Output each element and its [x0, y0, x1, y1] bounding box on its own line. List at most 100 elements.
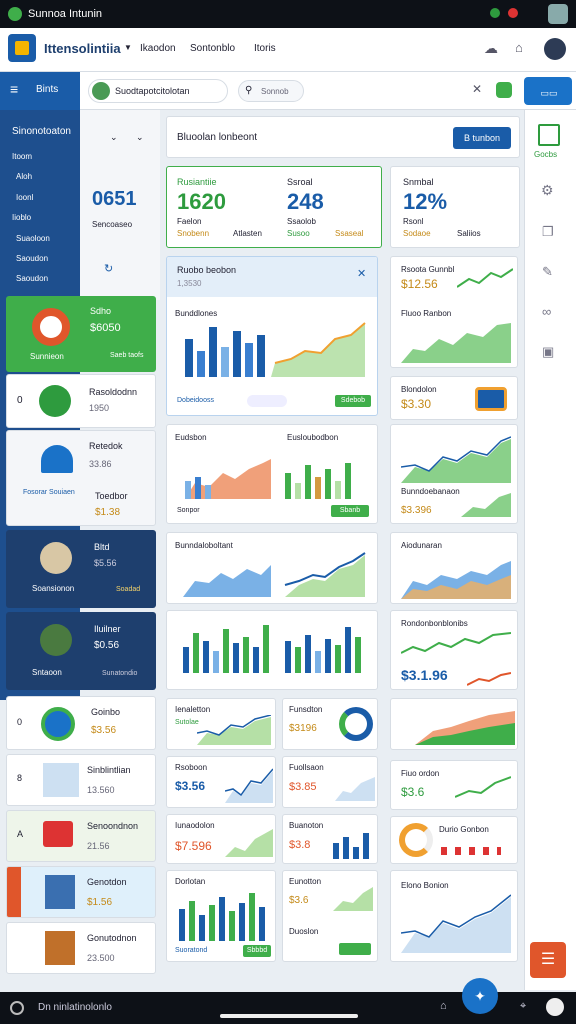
legend-swatch: [441, 847, 501, 855]
chart-card[interactable]: Rsoboon $3.56: [166, 756, 276, 808]
app-title[interactable]: Ittensolintiia: [44, 41, 121, 56]
chart-card[interactable]: Aiodunaran: [390, 532, 518, 604]
chart-card[interactable]: Buanoton $3.8: [282, 814, 378, 864]
bar-mark: [185, 477, 211, 499]
card-label: Genotdon: [87, 877, 127, 887]
metric-card[interactable]: Bltd $5.56 Soansionon Soadad: [6, 530, 156, 608]
chart-card[interactable]: Fuollsaon $3.85: [282, 756, 378, 808]
id-label: 0: [17, 717, 23, 727]
circle-icon[interactable]: [10, 1001, 24, 1015]
chart-card[interactable]: Bunndaloboltant: [166, 532, 378, 604]
chart-card[interactable]: Funsdton $3196: [282, 698, 378, 750]
card-label: Gonutodnon: [87, 933, 137, 943]
panel-label: Gocbs: [534, 150, 558, 159]
panel-header: [167, 257, 377, 297]
sidebar-item[interactable]: Aloh: [16, 172, 32, 181]
chart-card[interactable]: Rondonbonblonibs $3.1.96: [390, 610, 518, 690]
card-value: 33.86: [89, 459, 112, 469]
chart-title: Aiodunaran: [401, 541, 442, 550]
hamburger-icon[interactable]: ≡: [10, 81, 18, 97]
user-avatar[interactable]: [548, 4, 568, 24]
chart-card[interactable]: [166, 610, 378, 690]
chart-card[interactable]: [390, 698, 518, 750]
cloud-icon[interactable]: ☁: [484, 40, 498, 57]
chart-panel[interactable]: Ruobo beobon 1,3530 ✕ Bunddlones Dobeido…: [166, 256, 378, 416]
chart-card[interactable]: Durio Gonbon: [390, 816, 518, 864]
gear-icon[interactable]: ⚙: [541, 182, 554, 199]
metric-card[interactable]: 0 Rasoldodnn 1950: [6, 374, 156, 428]
metric-card[interactable]: Genotdon $1.56: [6, 866, 156, 918]
chart-badge[interactable]: Sbanb: [331, 505, 369, 517]
board-icon[interactable]: [538, 124, 560, 146]
chat-icon[interactable]: ▭▭: [530, 82, 568, 104]
bell-icon[interactable]: ⌖: [520, 1000, 526, 1013]
chart-badge[interactable]: [339, 943, 371, 955]
chart-legend: Dobeidooss: [177, 397, 214, 404]
chart-card[interactable]: Fiuo ordon $3.6: [390, 760, 518, 810]
chart-card[interactable]: Bunndoebanaon $3.396: [390, 424, 518, 524]
chart-card[interactable]: Ienaletton Sutolae: [166, 698, 276, 750]
chart-card[interactable]: Elono Bonion: [390, 870, 518, 962]
sidebar-item[interactable]: Ioonl: [16, 193, 33, 202]
chart-card[interactable]: Iunaodolon $7.596: [166, 814, 276, 864]
lock-icon[interactable]: ⌂: [440, 1000, 447, 1012]
metric-card[interactable]: 8 Sinblintlian 13.560: [6, 754, 156, 806]
chart-card[interactable]: Eunotton $3.6 Duoslon: [282, 870, 378, 962]
tool-icon[interactable]: ✎: [542, 264, 553, 280]
sidebar-item[interactable]: Suaoloon: [16, 234, 50, 243]
app-icon[interactable]: [8, 34, 36, 62]
copy-icon[interactable]: ❐: [542, 224, 554, 240]
fab-button[interactable]: ✦: [462, 978, 498, 1014]
search-placeholder: Sonnob: [261, 87, 289, 96]
avatar[interactable]: [546, 998, 564, 1016]
kpi-card[interactable]: Rusiantiie 1620 Faelon Snobenn Ssroal 24…: [166, 166, 382, 248]
chart-card[interactable]: Rsoota Gunnbl $12.56 Fluoo Ranbon: [390, 256, 518, 368]
chevron-down-icon[interactable]: ⌄: [136, 132, 144, 143]
kpi-sub: Rsonl: [403, 217, 424, 226]
chart-badge[interactable]: Sdebob: [335, 395, 371, 407]
kpi-card[interactable]: Snmbal 12% Rsonl Sodaoe Saliios: [390, 166, 520, 248]
card-meta: Soadad: [116, 586, 141, 593]
line-chart: [467, 672, 511, 686]
sidebar-item[interactable]: Itoom: [12, 152, 32, 161]
metric-card[interactable]: Iluilner $0.56 Sntaoon Sunatondio: [6, 612, 156, 690]
card-meta: Saeb taofs: [110, 352, 144, 359]
refresh-icon[interactable]: ↻: [104, 262, 113, 275]
banner-button[interactable]: B tunbon: [453, 127, 511, 149]
search-input[interactable]: ⚲ Sonnob: [238, 80, 304, 102]
chart-title: Elono Bonion: [401, 881, 449, 890]
chevron-down-icon[interactable]: ▼: [124, 43, 132, 52]
chart-card[interactable]: Dorlotan Suoratond Sbbbd: [166, 870, 276, 962]
link-icon[interactable]: ∞: [542, 304, 551, 319]
kpi-value: 12%: [403, 189, 448, 214]
metric-card[interactable]: Retedok 33.86 Fosorar Souiaen Toedbor $1…: [6, 430, 156, 526]
kpi-sub: Susoo: [287, 229, 310, 238]
bell-icon[interactable]: ⌂: [515, 40, 523, 55]
filter-button[interactable]: ☰: [530, 942, 566, 978]
metric-card[interactable]: 0 Goinbo $3.56: [6, 696, 156, 750]
menu-item[interactable]: Ikaodon: [140, 43, 176, 54]
chart-badge[interactable]: Sbbbd: [243, 945, 271, 957]
chart-value: $3.1.96: [401, 667, 448, 683]
card-value: 21.56: [87, 841, 110, 851]
metric-card[interactable]: Gonutodnon 23.500: [6, 922, 156, 974]
chevron-down-icon[interactable]: ⌄: [110, 132, 118, 143]
chart-card[interactable]: Eudsbon Eusloubodbon Sonpor Sbanb: [166, 424, 378, 524]
avatar[interactable]: [544, 38, 566, 60]
metric-card[interactable]: Sdho $6050 Sunnieon Saeb taofs: [6, 296, 156, 372]
sidebar-item[interactable]: Saoudon: [16, 254, 48, 263]
chart-value: $3.6: [401, 785, 425, 799]
sidebar-item[interactable]: Saoudon: [16, 274, 48, 283]
status-toggle[interactable]: [496, 82, 512, 98]
close-icon[interactable]: ✕: [357, 267, 366, 280]
metric-card[interactable]: A Senoondnon 21.56: [6, 810, 156, 862]
toggle-switch[interactable]: [247, 395, 287, 407]
home-indicator[interactable]: [220, 1014, 358, 1018]
lock-icon[interactable]: ▣: [542, 344, 554, 360]
sidebar-item[interactable]: Iioblo: [12, 213, 31, 222]
menu-item[interactable]: Sontonblo: [190, 43, 235, 54]
search-chip[interactable]: Suodtapotcitolotan: [88, 79, 228, 103]
menu-item[interactable]: Itoris: [254, 43, 276, 54]
chart-card[interactable]: Blondolon $3.30: [390, 376, 518, 420]
close-icon[interactable]: ✕: [472, 82, 482, 96]
